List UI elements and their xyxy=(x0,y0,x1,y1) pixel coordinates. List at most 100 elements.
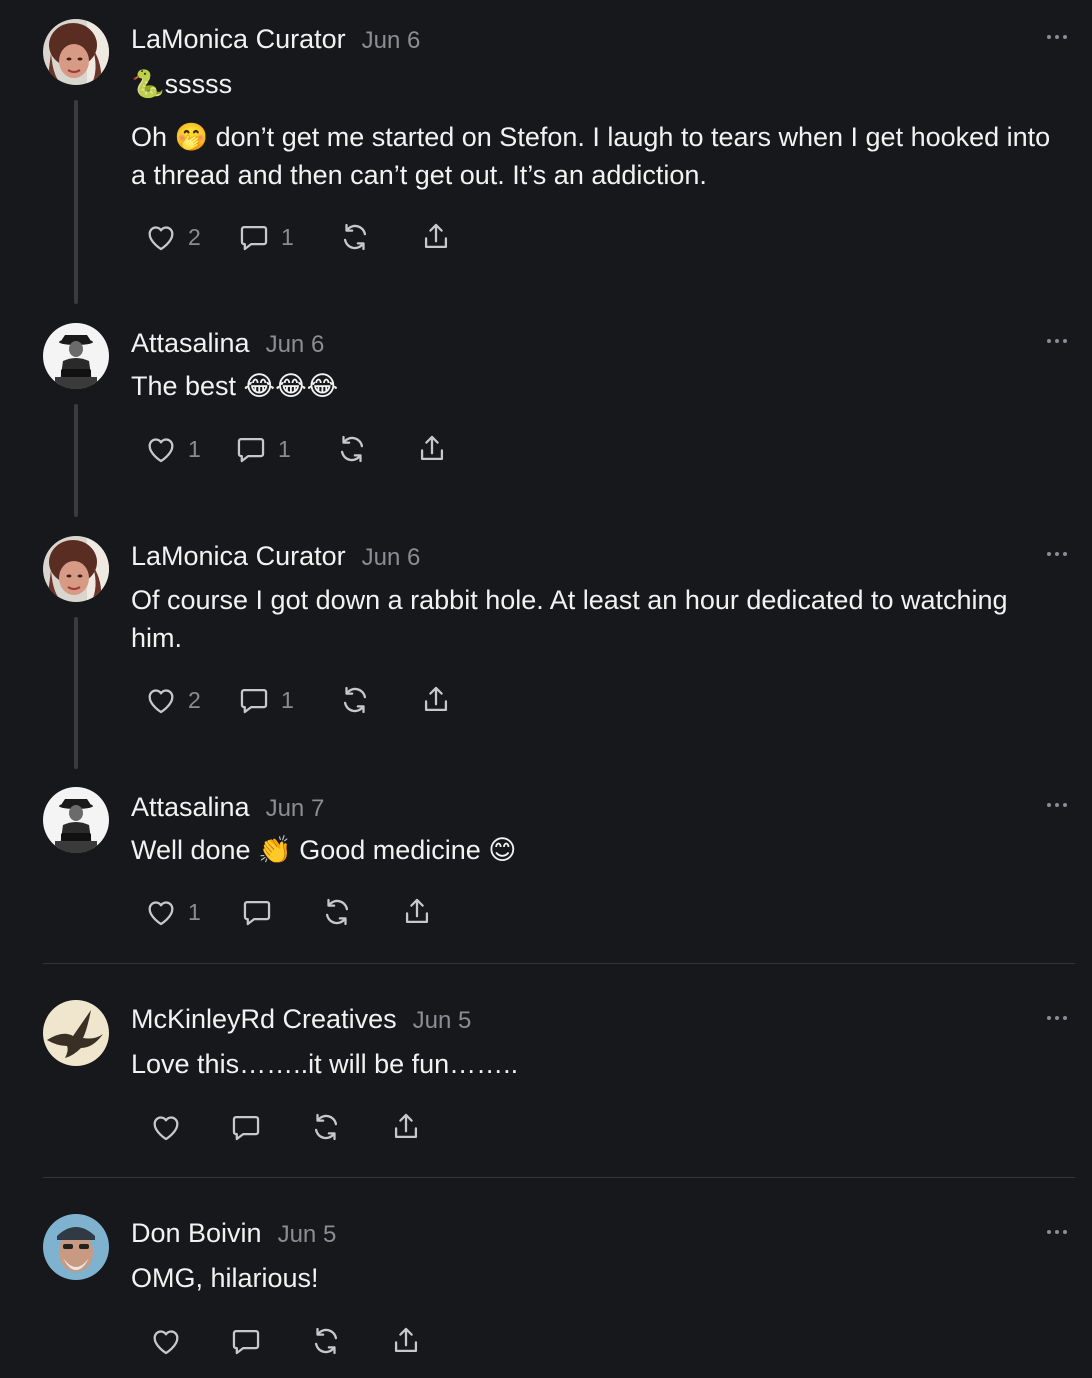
more-options-icon[interactable] xyxy=(1045,335,1069,347)
heart-icon xyxy=(153,1330,179,1355)
reply-count: 1 xyxy=(281,686,294,713)
comment-date[interactable]: Jun 6 xyxy=(362,27,421,54)
heart-icon xyxy=(148,901,174,926)
like-button[interactable]: 1 xyxy=(144,431,201,467)
avatar[interactable] xyxy=(43,19,109,85)
comment-bubble-icon xyxy=(240,225,268,251)
restack-button[interactable] xyxy=(338,682,372,718)
avatar[interactable] xyxy=(43,1000,109,1066)
reply-button[interactable]: 1 xyxy=(237,682,294,718)
comment-date[interactable]: Jun 6 xyxy=(266,331,325,358)
comment-bubble-icon xyxy=(232,1329,260,1355)
share-button[interactable] xyxy=(400,894,434,930)
share-button[interactable] xyxy=(389,1323,423,1359)
restack-icon xyxy=(314,1113,338,1141)
man-with-cap-avatar xyxy=(43,1214,109,1280)
more-options-icon[interactable] xyxy=(1045,548,1069,560)
comment-header: Don Boivin Jun 5 xyxy=(131,1215,336,1251)
share-button[interactable] xyxy=(419,682,453,718)
heart-icon xyxy=(148,438,174,463)
share-icon xyxy=(405,898,429,924)
like-count: 2 xyxy=(188,223,201,250)
more-options-icon[interactable] xyxy=(1045,31,1069,43)
share-icon xyxy=(420,435,444,461)
author-name[interactable]: LaMonica Curator xyxy=(131,24,346,54)
author-name[interactable]: LaMonica Curator xyxy=(131,541,346,571)
thread-divider xyxy=(43,1177,1075,1178)
thread-line xyxy=(74,100,78,304)
like-button[interactable]: 2 xyxy=(144,682,201,718)
comment-header: Attasalina Jun 6 xyxy=(131,325,324,361)
share-button[interactable] xyxy=(389,1109,423,1145)
comment-paragraph: The best 😂😂😂 xyxy=(131,371,339,401)
comment-paragraph: Well done 👏 Good medicine 😊 xyxy=(131,835,517,865)
comment-paragraph: Love this……..it will be fun…….. xyxy=(131,1049,519,1079)
avatar[interactable] xyxy=(43,787,109,853)
comment-paragraph: 🐍sssss xyxy=(131,69,233,99)
woman-portrait-avatar xyxy=(43,536,109,602)
comment-bubble-icon xyxy=(240,688,268,714)
thread-divider xyxy=(43,963,1075,964)
restack-icon xyxy=(340,435,364,463)
thread-line xyxy=(74,617,78,769)
like-button[interactable]: 1 xyxy=(144,894,201,930)
heart-icon xyxy=(148,689,174,714)
comment-header: LaMonica Curator Jun 6 xyxy=(131,21,420,57)
heart-icon xyxy=(148,226,174,251)
comment-date[interactable]: Jun 7 xyxy=(266,795,325,822)
restack-button[interactable] xyxy=(335,431,369,467)
share-button[interactable] xyxy=(419,219,453,255)
reply-count: 1 xyxy=(278,435,291,462)
more-options-icon[interactable] xyxy=(1045,799,1069,811)
comment-date[interactable]: Jun 5 xyxy=(413,1007,472,1034)
comment-paragraph: Of course I got down a rabbit hole. At l… xyxy=(131,585,1008,653)
comment-header: McKinleyRd Creatives Jun 5 xyxy=(131,1001,471,1037)
reply-button[interactable] xyxy=(240,894,274,930)
more-options-icon[interactable] xyxy=(1045,1012,1069,1024)
eagle-avatar xyxy=(43,1000,109,1066)
like-button[interactable] xyxy=(149,1323,183,1359)
author-name[interactable]: Attasalina xyxy=(131,792,250,822)
comment-body: Of course I got down a rabbit hole. At l… xyxy=(131,581,1066,657)
comment-body: 🐍sssss Oh 🤭 don’t get me started on Stef… xyxy=(131,65,1066,194)
restack-button[interactable] xyxy=(320,894,354,930)
reply-button[interactable]: 1 xyxy=(234,431,291,467)
comment-bubble-icon xyxy=(243,900,271,926)
reply-button[interactable]: 1 xyxy=(237,219,294,255)
author-name[interactable]: McKinleyRd Creatives xyxy=(131,1004,397,1034)
comment-bubble-icon xyxy=(237,437,265,463)
share-button[interactable] xyxy=(415,431,449,467)
like-button[interactable]: 2 xyxy=(144,219,201,255)
like-button[interactable] xyxy=(149,1109,183,1145)
avatar[interactable] xyxy=(43,323,109,389)
heart-icon xyxy=(153,1116,179,1141)
reply-button[interactable] xyxy=(229,1323,263,1359)
like-count: 1 xyxy=(188,898,201,925)
comment-date[interactable]: Jun 5 xyxy=(278,1221,337,1248)
like-count: 2 xyxy=(188,686,201,713)
thread-line xyxy=(74,404,78,517)
musician-portrait-avatar xyxy=(43,787,109,853)
share-icon xyxy=(424,223,448,249)
more-options-icon[interactable] xyxy=(1045,1226,1069,1238)
avatar[interactable] xyxy=(43,1214,109,1280)
restack-icon xyxy=(325,898,349,926)
restack-icon xyxy=(343,223,367,251)
comment-header: LaMonica Curator Jun 6 xyxy=(131,538,420,574)
restack-button[interactable] xyxy=(309,1109,343,1145)
restack-icon xyxy=(343,686,367,714)
comment-paragraph: Oh 🤭 don’t get me started on Stefon. I l… xyxy=(131,122,1051,190)
author-name[interactable]: Don Boivin xyxy=(131,1218,262,1248)
comment-body: Love this……..it will be fun…….. xyxy=(131,1045,1066,1083)
comment-body: OMG, hilarious! xyxy=(131,1259,1066,1297)
avatar[interactable] xyxy=(43,536,109,602)
reply-button[interactable] xyxy=(229,1109,263,1145)
restack-button[interactable] xyxy=(338,219,372,255)
restack-button[interactable] xyxy=(309,1323,343,1359)
author-name[interactable]: Attasalina xyxy=(131,328,250,358)
comment-body: The best 😂😂😂 xyxy=(131,367,1066,405)
comment-date[interactable]: Jun 6 xyxy=(362,544,421,571)
woman-portrait-avatar xyxy=(43,19,109,85)
share-icon xyxy=(394,1327,418,1353)
comment-paragraph: OMG, hilarious! xyxy=(131,1263,319,1293)
